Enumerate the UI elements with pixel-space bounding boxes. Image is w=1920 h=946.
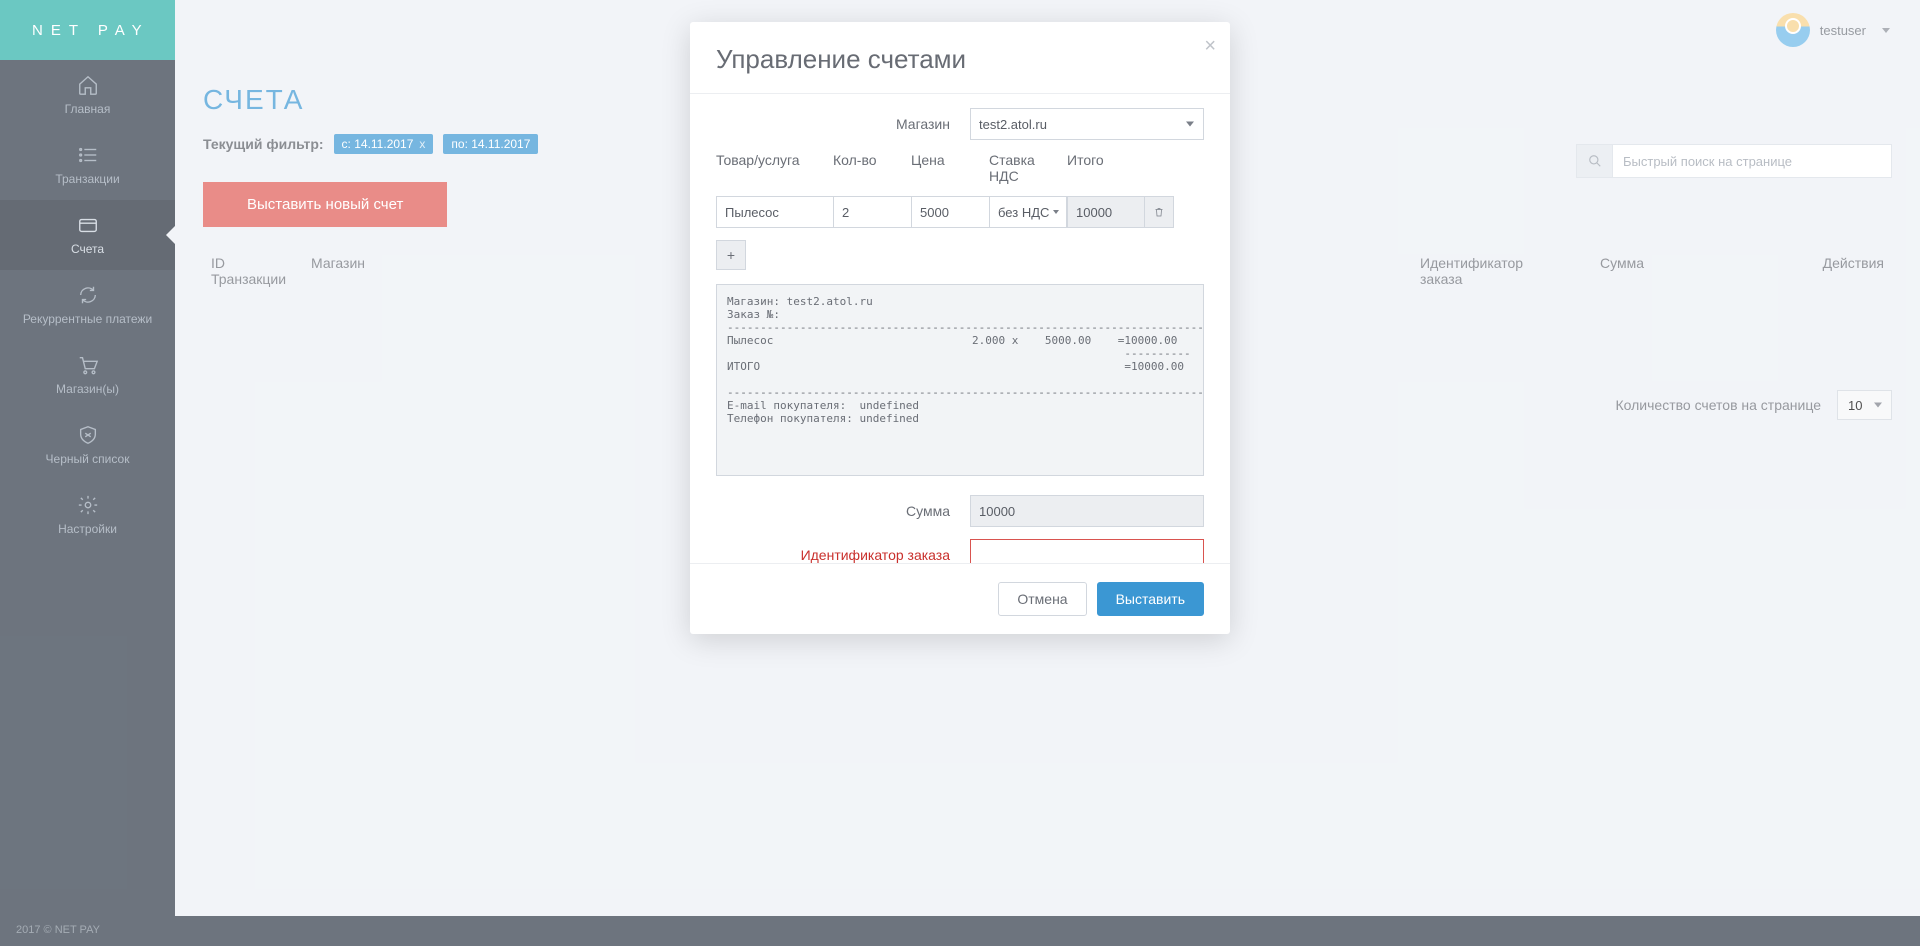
submit-button[interactable]: Выставить bbox=[1097, 582, 1204, 616]
modal-overlay[interactable]: × Управление счетами Магазин test2.atol.… bbox=[0, 0, 1920, 946]
modal-body[interactable]: Магазин test2.atol.ru Товар/услуга Кол-в… bbox=[690, 93, 1230, 563]
modal-footer: Отмена Выставить bbox=[690, 563, 1230, 634]
cancel-button[interactable]: Отмена bbox=[998, 582, 1086, 616]
qty-input[interactable] bbox=[833, 196, 911, 228]
items-grid-head: Товар/услуга Кол-во Цена СтавкаНДС Итого bbox=[716, 152, 1204, 184]
order-id-label: Идентификатор заказа bbox=[716, 547, 970, 563]
product-input[interactable] bbox=[716, 196, 833, 228]
vat-select[interactable]: без НДС bbox=[989, 196, 1067, 228]
add-row-button[interactable]: + bbox=[716, 240, 746, 270]
item-row: без НДС bbox=[716, 196, 1204, 228]
modal-header: Управление счетами bbox=[690, 22, 1230, 93]
order-id-input[interactable] bbox=[970, 539, 1204, 563]
price-input[interactable] bbox=[911, 196, 989, 228]
modal-title: Управление счетами bbox=[716, 44, 1204, 75]
shop-label: Магазин bbox=[716, 116, 970, 132]
delete-row-button[interactable] bbox=[1144, 196, 1174, 228]
shop-select[interactable]: test2.atol.ru bbox=[970, 108, 1204, 140]
invoice-preview bbox=[716, 284, 1204, 476]
trash-icon bbox=[1153, 206, 1165, 218]
sum-label: Сумма bbox=[716, 503, 970, 519]
row-total bbox=[1067, 196, 1145, 228]
sum-input bbox=[970, 495, 1204, 527]
modal-close-icon[interactable]: × bbox=[1204, 36, 1216, 56]
invoice-modal: × Управление счетами Магазин test2.atol.… bbox=[690, 22, 1230, 634]
